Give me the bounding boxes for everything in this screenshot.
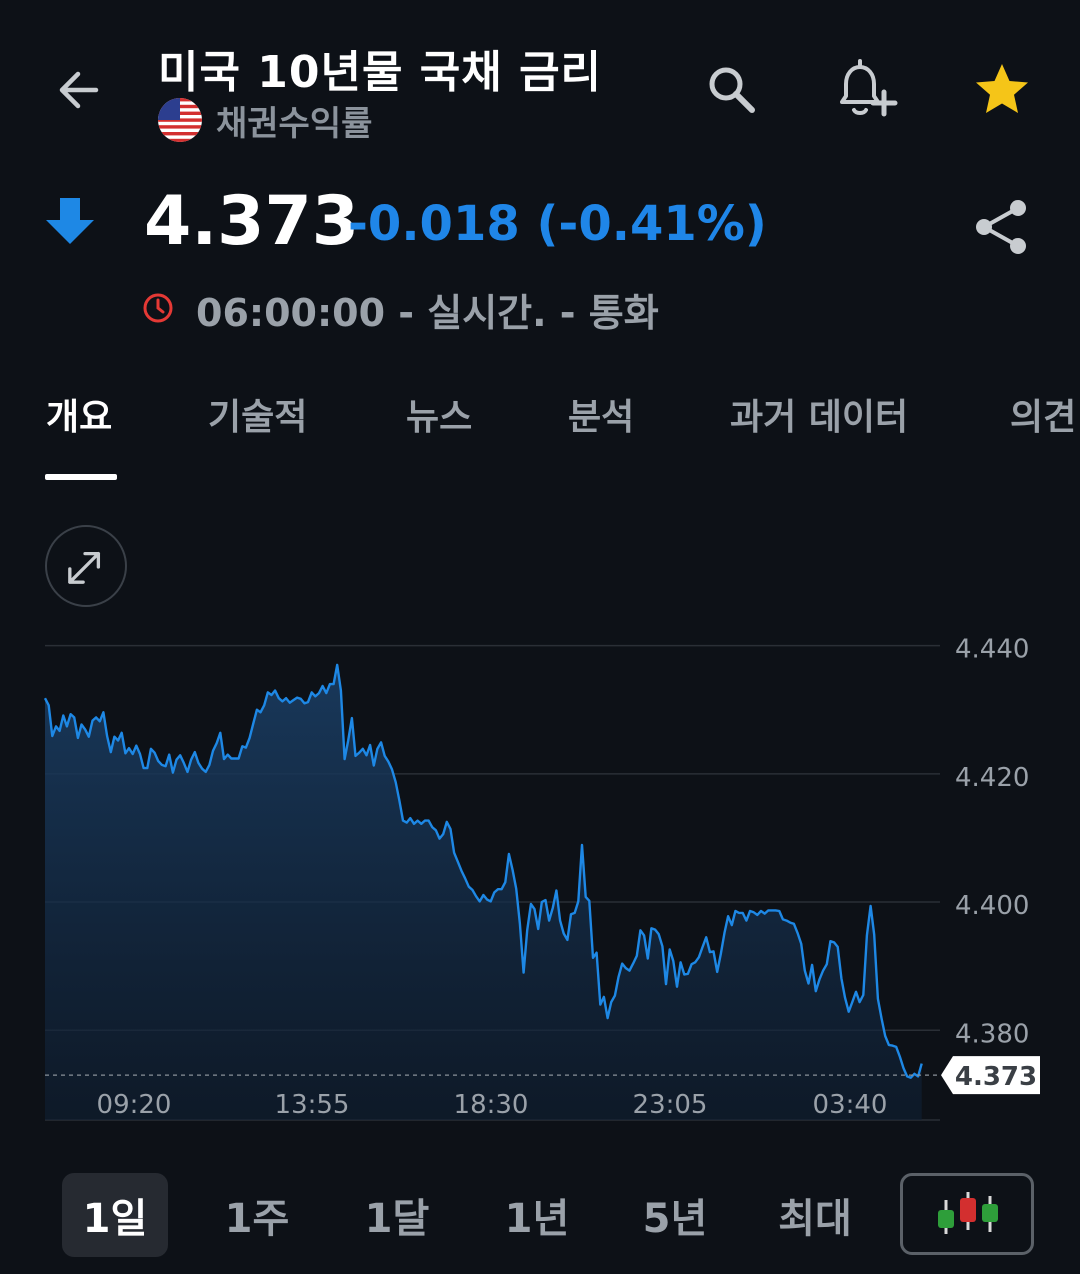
back-arrow-icon[interactable] — [50, 60, 110, 120]
instrument-subtitle: 채권수익률 — [158, 96, 372, 144]
star-icon[interactable] — [972, 60, 1032, 120]
tab-opinion[interactable]: 의견 — [1010, 388, 1076, 440]
expand-chart-button[interactable] — [45, 525, 127, 607]
range-5y-button[interactable]: 5년 — [622, 1173, 728, 1257]
down-arrow-icon — [46, 198, 94, 244]
range-1w-button[interactable]: 1주 — [204, 1173, 310, 1257]
us-flag-icon — [158, 98, 202, 142]
expand-icon — [68, 551, 101, 584]
last-price: 4.373 — [144, 182, 360, 261]
x-tick-label: 13:55 — [275, 1090, 350, 1120]
add-alert-icon[interactable] — [832, 56, 900, 124]
share-icon[interactable] — [972, 196, 1032, 258]
tab-analysis[interactable]: 분석 — [568, 388, 634, 440]
y-tick-label: 4.440 — [955, 635, 1029, 665]
tab-news[interactable]: 뉴스 — [406, 388, 472, 440]
candlestick-toggle-button[interactable] — [900, 1173, 1034, 1255]
instrument-type-label: 채권수익률 — [216, 103, 373, 144]
active-tab-indicator — [45, 474, 117, 480]
range-1y-button[interactable]: 1년 — [484, 1173, 590, 1257]
candlestick-icon — [938, 1192, 998, 1234]
x-tick-label: 18:30 — [454, 1090, 529, 1120]
price-chart[interactable]: 4.440 4.420 4.400 4.380 09:20 13:55 18:30 23:05… — [0, 620, 1080, 1140]
range-1m-button[interactable]: 1달 — [344, 1173, 450, 1257]
price-area-fill — [45, 664, 922, 1120]
search-icon[interactable] — [702, 60, 762, 120]
clock-icon — [143, 293, 173, 323]
x-tick-label: 09:20 — [97, 1090, 172, 1120]
y-tick-label: 4.400 — [955, 891, 1029, 921]
y-tick-label: 4.380 — [955, 1019, 1029, 1049]
price-change: -0.018 (-0.41%) — [348, 196, 767, 252]
section-tabs: 개요 기술적 뉴스 분석 과거 데이터 의견 — [0, 380, 1080, 480]
x-tick-label: 23:05 — [633, 1090, 708, 1120]
range-1d-button[interactable]: 1일 — [62, 1173, 168, 1257]
tab-historical-data[interactable]: 과거 데이터 — [730, 388, 908, 440]
tab-overview[interactable]: 개요 — [46, 388, 112, 440]
tab-technical[interactable]: 기술적 — [208, 388, 307, 440]
x-tick-label: 03:40 — [813, 1090, 888, 1120]
range-max-button[interactable]: 최대 — [762, 1173, 868, 1257]
quote-time-status: 06:00:00 - 실시간. - 통화 — [196, 291, 659, 335]
instrument-title: 미국 10년물 국채 금리 — [158, 47, 603, 98]
current-price-label: 4.373 — [955, 1062, 1037, 1092]
y-tick-label: 4.420 — [955, 763, 1029, 793]
